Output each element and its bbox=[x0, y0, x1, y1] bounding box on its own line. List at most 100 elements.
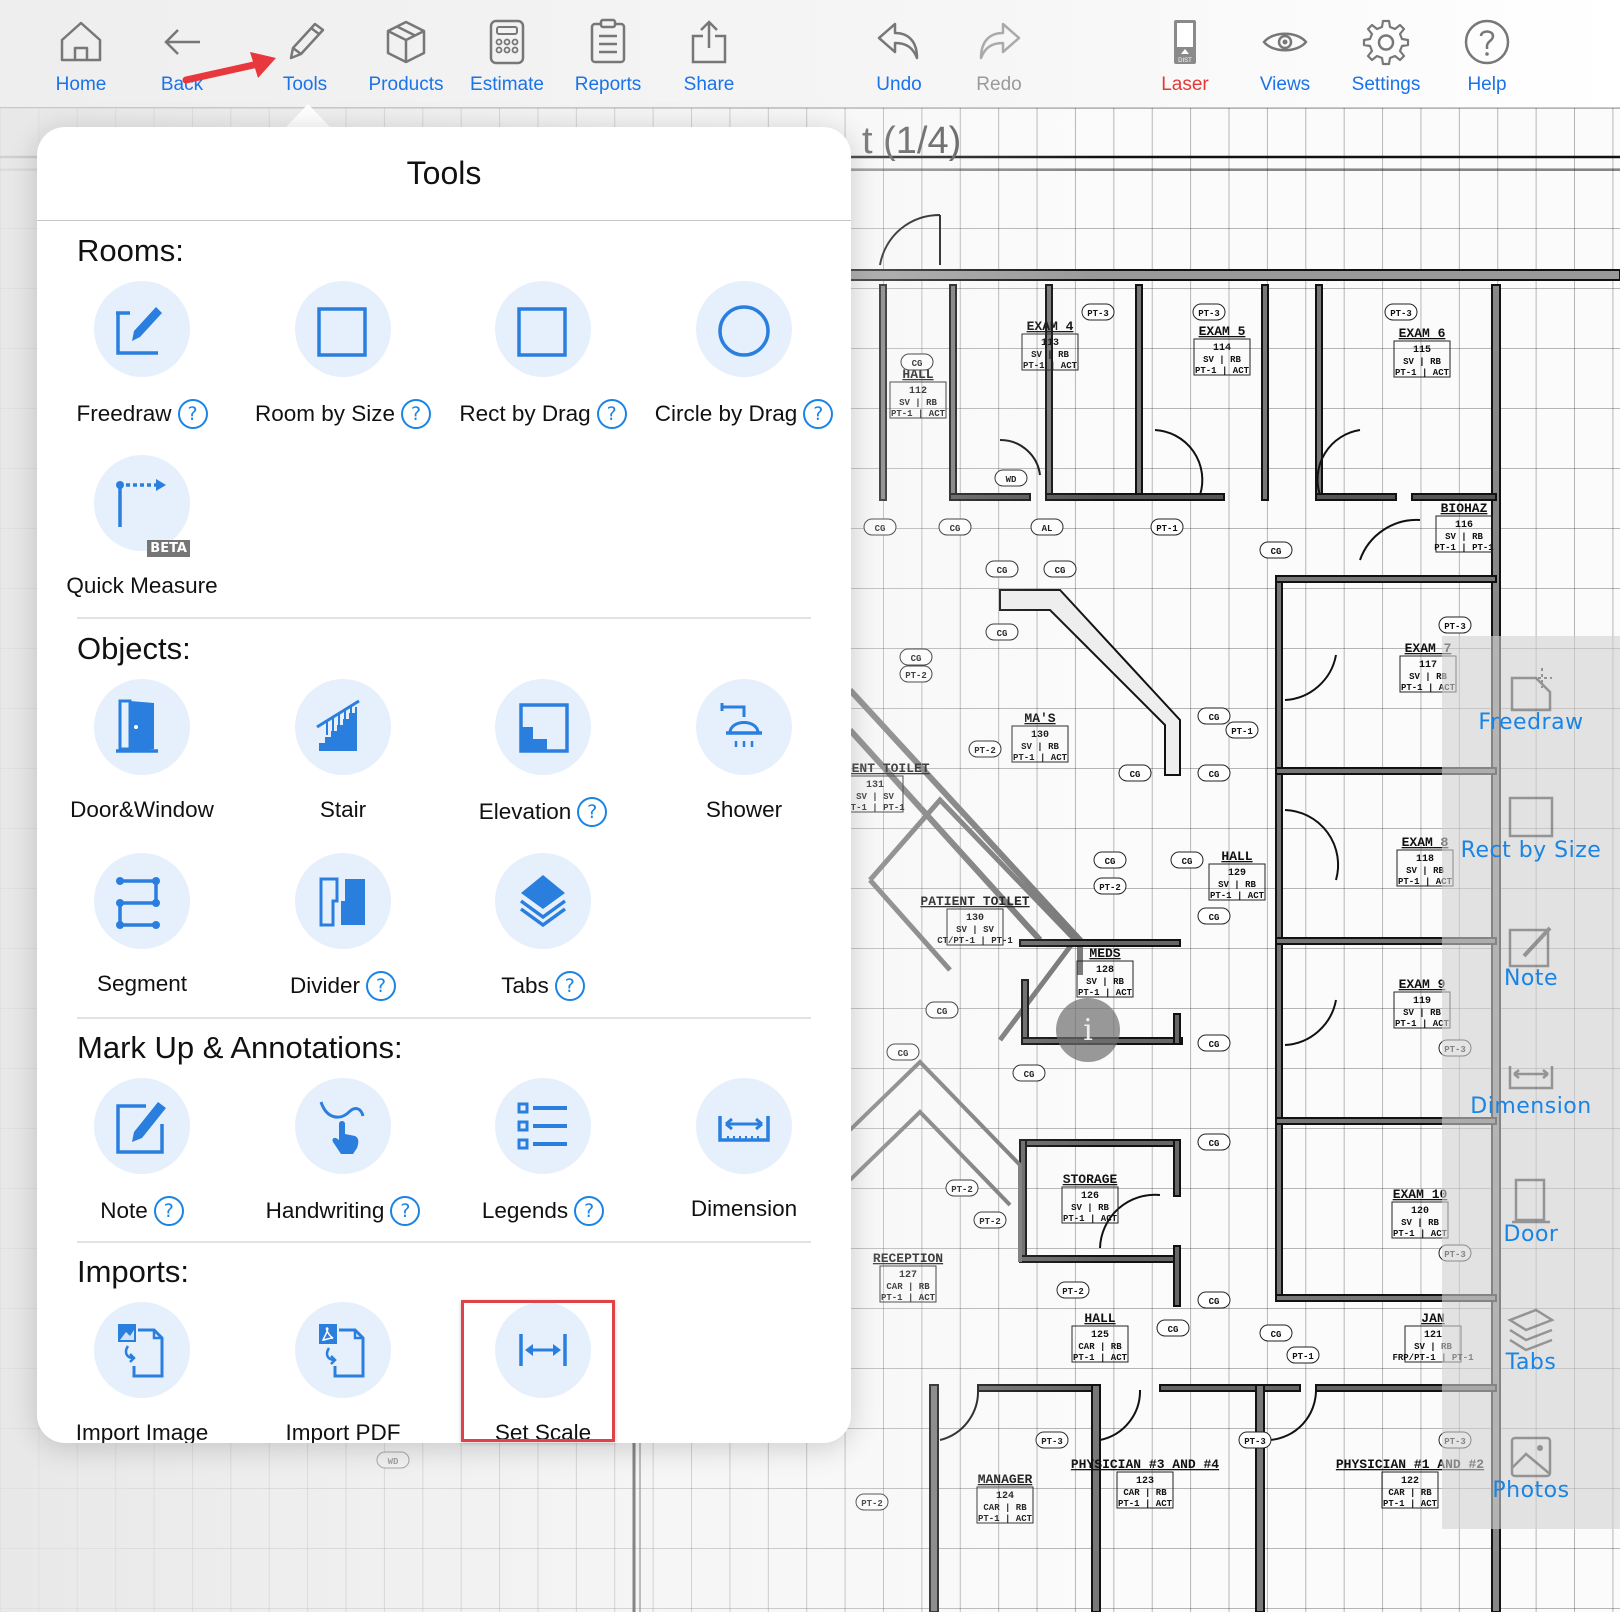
tool-circle-by-drag[interactable]: Circle by Drag? bbox=[644, 281, 844, 441]
tool-icon-circle bbox=[495, 1078, 591, 1174]
callout-text: CG bbox=[1105, 857, 1116, 867]
room-name: PATIENT TOILET bbox=[920, 894, 1029, 909]
tool-note[interactable]: Note? bbox=[42, 1078, 242, 1238]
tool-icon-circle bbox=[495, 679, 591, 775]
callout-tag: CG bbox=[985, 560, 1019, 578]
room-name: HALL bbox=[1084, 1311, 1115, 1326]
tool-handwriting[interactable]: Handwriting? bbox=[243, 1078, 443, 1238]
tool-import-image[interactable]: Import Image bbox=[42, 1302, 242, 1443]
room-codes: SV | RB bbox=[1401, 1218, 1439, 1228]
callout-tag: CG bbox=[1197, 707, 1231, 725]
room-tag: HALL 125CAR | RBPT-1 | ACT bbox=[1071, 1311, 1129, 1363]
door-icon bbox=[1512, 1178, 1550, 1224]
tool-room-by-size[interactable]: Room by Size? bbox=[243, 281, 443, 441]
note-icon bbox=[1508, 926, 1552, 968]
room-codes: CAR | RB bbox=[1123, 1488, 1167, 1498]
callout-text: CG bbox=[997, 629, 1008, 639]
quick-tool-rect-by-size[interactable]: Rect by Size bbox=[1442, 792, 1620, 863]
callout-tag: CG bbox=[1093, 851, 1127, 869]
callout-text: CG bbox=[912, 359, 923, 369]
help-icon[interactable]: ? bbox=[554, 971, 585, 1001]
laser-distance-icon: DIST bbox=[1174, 20, 1196, 64]
callout-tag: CG bbox=[1043, 560, 1077, 578]
quick-tool-tabs[interactable]: Tabs bbox=[1442, 1304, 1620, 1375]
callout-text: CG bbox=[1168, 1325, 1179, 1335]
toolbar-home-button[interactable]: Home bbox=[33, 18, 129, 104]
callout-text: PT-2 bbox=[861, 1499, 883, 1509]
room-codes: SV | RB bbox=[1031, 350, 1069, 360]
toolbar-laser-button[interactable]: DIST Laser bbox=[1137, 18, 1233, 104]
callout-text: PT-2 bbox=[905, 671, 927, 681]
calculator-icon bbox=[489, 19, 525, 65]
help-icon[interactable]: ? bbox=[177, 399, 208, 429]
help-icon[interactable]: ? bbox=[577, 797, 608, 827]
help-icon[interactable]: ? bbox=[153, 1196, 184, 1226]
tool-shower[interactable]: Shower bbox=[644, 679, 844, 839]
help-icon[interactable]: ? bbox=[366, 971, 397, 1001]
room-tag: STORAGE 126SV | RBPT-1 | ACT bbox=[1061, 1172, 1119, 1224]
tool-legends[interactable]: Legends? bbox=[443, 1078, 643, 1238]
layers-icon bbox=[519, 875, 567, 928]
tool-door-window[interactable]: Door&Window bbox=[42, 679, 242, 839]
tool-set-scale[interactable]: Set Scale bbox=[443, 1302, 643, 1443]
quick-tool-door[interactable]: Door bbox=[1442, 1176, 1620, 1247]
toolbar-undo-button[interactable]: Undo bbox=[851, 18, 947, 104]
wall bbox=[1315, 493, 1397, 501]
room-number: 120 bbox=[1411, 1206, 1429, 1217]
door-swing bbox=[879, 213, 941, 266]
callout-tag: CG bbox=[1197, 907, 1231, 925]
toolbar-help-button[interactable]: Help bbox=[1439, 18, 1535, 104]
annotation-arrow-icon bbox=[182, 52, 276, 84]
tool-label: Rect by Drag bbox=[459, 401, 591, 426]
room-codes: PT-1 | ACT bbox=[1383, 1499, 1438, 1509]
help-icon[interactable]: ? bbox=[390, 1196, 421, 1226]
help-icon[interactable]: ? bbox=[574, 1196, 605, 1226]
tool-import-pdf[interactable]: Import PDF bbox=[243, 1302, 443, 1443]
toolbar-home-label: Home bbox=[55, 74, 107, 95]
callout-tag: CG bbox=[1118, 764, 1152, 782]
callout-text: PT-3 bbox=[1390, 309, 1412, 319]
help-icon[interactable]: ? bbox=[596, 399, 627, 429]
photo-icon bbox=[1510, 1436, 1552, 1478]
layers-icon bbox=[1507, 1308, 1555, 1352]
room-tag: MEDS 128SV | RBPT-1 | ACT bbox=[1076, 946, 1134, 998]
tool-icon-circle bbox=[295, 1302, 391, 1398]
toolbar-laser-label: Laser bbox=[1161, 74, 1209, 95]
tool-quick-measure[interactable]: BETA Quick Measure bbox=[42, 455, 242, 615]
quick-measure-icon bbox=[116, 479, 166, 527]
toolbar-redo-button[interactable]: Redo bbox=[951, 18, 1047, 104]
tool-segment[interactable]: Segment bbox=[42, 853, 242, 1013]
gear-icon bbox=[1362, 19, 1410, 66]
toolbar-products-button[interactable]: Products bbox=[358, 18, 454, 104]
handwriting-icon bbox=[319, 1101, 365, 1154]
wall bbox=[949, 493, 1031, 501]
room-number: 119 bbox=[1413, 996, 1431, 1007]
toolbar-views-button[interactable]: Views bbox=[1237, 18, 1333, 104]
help-icon[interactable]: ? bbox=[803, 399, 834, 429]
exterior-wall bbox=[849, 269, 1620, 281]
tool-divider[interactable]: Divider? bbox=[243, 853, 443, 1013]
toolbar-estimate-button[interactable]: Estimate bbox=[459, 18, 555, 104]
quick-tool-photos[interactable]: Photos bbox=[1442, 1432, 1620, 1503]
quick-tool-note[interactable]: Note bbox=[1442, 920, 1620, 991]
quick-tool-dimension[interactable]: Dimension bbox=[1442, 1048, 1620, 1119]
callout-tag: PT-3 bbox=[1192, 303, 1226, 321]
toolbar-share-button[interactable]: Share bbox=[661, 18, 757, 104]
callout-text: CG bbox=[1209, 713, 1220, 723]
room-name: MEDS bbox=[1089, 946, 1120, 961]
quick-tool-freedraw[interactable]: Freedraw bbox=[1442, 664, 1620, 735]
help-icon[interactable]: ? bbox=[401, 399, 432, 429]
room-name: RECEPTION bbox=[873, 1251, 943, 1266]
toolbar-settings-button[interactable]: Settings bbox=[1338, 18, 1434, 104]
tool-elevation[interactable]: Elevation? bbox=[443, 679, 643, 839]
home-icon bbox=[60, 21, 102, 62]
tool-freedraw[interactable]: Freedraw? bbox=[42, 281, 242, 441]
tool-dimension[interactable]: Dimension bbox=[644, 1078, 844, 1238]
info-marker[interactable]: i bbox=[1056, 998, 1120, 1062]
tool-tabs[interactable]: Tabs? bbox=[443, 853, 643, 1013]
callout-tag: PT-2 bbox=[1056, 1281, 1090, 1299]
toolbar-reports-button[interactable]: Reports bbox=[560, 18, 656, 104]
tool-stair[interactable]: Stair bbox=[243, 679, 443, 839]
callout-text: CG bbox=[1209, 1040, 1220, 1050]
tool-rect-by-drag[interactable]: Rect by Drag? bbox=[443, 281, 643, 441]
